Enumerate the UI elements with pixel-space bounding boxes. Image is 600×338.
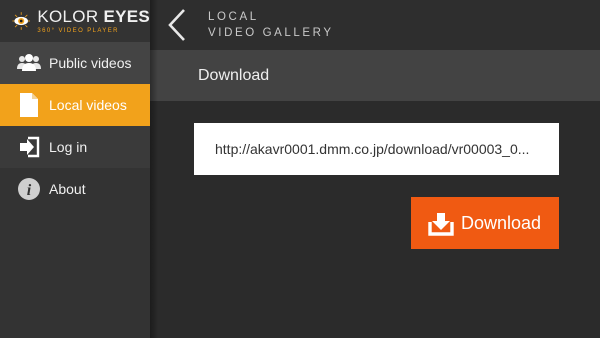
page-title-line2: VIDEO GALLERY [208,27,334,39]
app-subtitle: 360° VIDEO PLAYER [37,28,119,34]
eye-logo-icon [12,12,31,30]
svg-text:i: i [27,182,32,199]
info-icon: i [16,176,42,202]
sidebar-item-label: Local videos [49,97,127,113]
users-icon [16,50,42,76]
sidebar-item-local-videos[interactable]: Local videos [0,84,150,126]
main-content: Download [150,101,600,338]
section-title: Download [198,67,270,84]
sidebar-item-about[interactable]: i About [0,168,150,210]
sidebar-item-label: Log in [49,139,88,155]
sidebar-item-label: About [49,181,86,197]
app-name: KOLOR EYES [37,8,150,25]
sidebar: KOLOR EYES 360° VIDEO PLAYER Public vide… [0,0,150,338]
top-bar: LOCAL VIDEO GALLERY [150,0,600,50]
sidebar-item-log-in[interactable]: Log in [0,126,150,168]
sidebar-item-label: Public videos [49,55,132,71]
page-title: LOCAL VIDEO GALLERY [208,9,334,41]
page-title-line1: LOCAL [208,11,259,23]
app-name-bold: EYES [103,7,150,26]
app-logo: KOLOR EYES 360° VIDEO PLAYER [0,0,150,42]
login-icon [16,134,42,160]
sidebar-item-public-videos[interactable]: Public videos [0,42,150,84]
section-header: Download [150,50,600,101]
download-button[interactable]: Download [411,197,559,249]
download-button-label: Download [461,212,542,233]
file-icon [16,92,42,118]
download-icon [428,213,454,236]
back-chevron-icon[interactable] [164,6,194,44]
url-input[interactable] [194,123,559,175]
app-name-regular: KOLOR [37,7,104,26]
